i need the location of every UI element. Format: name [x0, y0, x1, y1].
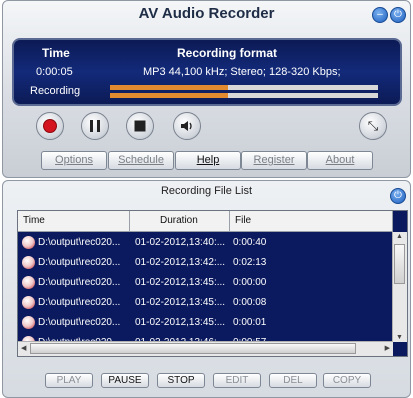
level-meter-right [110, 93, 378, 98]
minimize-icon[interactable]: – [372, 7, 388, 23]
horizontal-scroll-thumb[interactable] [30, 343, 356, 354]
vertical-scroll-thumb[interactable] [394, 244, 405, 284]
row-duration: 0:02:13 [233, 257, 267, 268]
time-header: Time [42, 46, 70, 60]
row-date: 01-02-2012,13:45:... [135, 317, 226, 328]
level-fill-right [110, 93, 228, 98]
power-icon[interactable]: ⏻ [390, 7, 406, 23]
stop-icon [134, 120, 146, 132]
status-label: Recording [30, 85, 81, 97]
table-row[interactable]: D:\output\rec020... 01-02-2012,13:40:... 0… [18, 233, 392, 253]
format-header: Recording format [177, 46, 278, 60]
pause-list-button[interactable]: PAUSE [101, 373, 149, 388]
stop-button[interactable] [126, 112, 154, 140]
time-value: 0:00:05 [36, 66, 73, 78]
copy-button[interactable]: COPY [323, 373, 371, 388]
record-icon [43, 119, 57, 133]
volume-button[interactable] [173, 112, 201, 140]
row-path: D:\output\rec020... [38, 317, 121, 328]
scroll-down-icon[interactable]: ▼ [396, 334, 403, 341]
row-path: D:\output\rec020... [38, 277, 121, 288]
table-row[interactable]: D:\output\rec020... 01-02-2012,13:42:... 0… [18, 253, 392, 273]
list-title: Recording File List [160, 185, 253, 197]
help-button[interactable]: Help [175, 151, 241, 170]
about-button[interactable]: About [307, 151, 373, 170]
pause-icon [90, 120, 100, 132]
file-audio-icon [22, 276, 35, 289]
speaker-icon [181, 121, 192, 131]
file-audio-icon [22, 236, 35, 249]
file-audio-icon [22, 256, 35, 269]
column-header-time[interactable]: Time [18, 211, 130, 232]
level-meter-left [110, 85, 378, 90]
play-button[interactable]: PLAY [45, 373, 93, 388]
column-header-duration[interactable]: Duration [130, 211, 230, 232]
expand-icon: ⤡ [367, 118, 379, 133]
row-duration: 0:00:40 [233, 237, 267, 248]
row-date: 01-02-2012,13:42:... [135, 257, 226, 268]
power-icon[interactable]: ⏻ [390, 188, 406, 204]
row-path: D:\output\rec020... [38, 237, 121, 248]
row-path: D:\output\rec020... [38, 257, 121, 268]
column-header-file[interactable]: File [230, 211, 393, 232]
options-button[interactable]: Options [41, 151, 107, 170]
compact-view-button[interactable]: ⤡ [359, 112, 387, 140]
level-fill-left [110, 85, 228, 90]
register-button[interactable]: Register [241, 151, 307, 170]
file-list-panel: Recording File List ⏻ Time Duration File… [2, 180, 411, 398]
table-row[interactable]: D:\output\rec020... 01-02-2012,13:45:... 0… [18, 273, 392, 293]
vertical-scrollbar[interactable]: ▲ ▼ [392, 232, 407, 342]
delete-button[interactable]: DEL [269, 373, 317, 388]
edit-button[interactable]: EDIT [213, 373, 261, 388]
stop-list-button[interactable]: STOP [157, 373, 205, 388]
file-audio-icon [22, 316, 35, 329]
table-row[interactable]: D:\output\rec020... 01-02-2012,13:45:... 0… [18, 293, 392, 313]
row-date: 01-02-2012,13:45:... [135, 297, 226, 308]
format-value: MP3 44,100 kHz; Stereo; 128-320 Kbps; [143, 66, 341, 78]
schedule-button[interactable]: Schedule [108, 151, 174, 170]
file-audio-icon [22, 296, 35, 309]
scroll-up-icon[interactable]: ▲ [396, 233, 403, 240]
row-duration: 0:00:08 [233, 297, 267, 308]
record-button[interactable] [36, 112, 64, 140]
recorder-window: AV Audio Recorder – ⏻ Time Recording for… [2, 0, 411, 178]
row-path: D:\output\rec020... [38, 297, 121, 308]
row-duration: 0:00:01 [233, 317, 267, 328]
scroll-right-icon[interactable]: ▶ [385, 344, 390, 352]
row-date: 01-02-2012,13:45:... [135, 277, 226, 288]
horizontal-scrollbar[interactable]: ◀ ▶ [18, 341, 393, 356]
row-date: 01-02-2012,13:40:... [135, 237, 226, 248]
recording-display: Time Recording format 0:00:05 MP3 44,100… [12, 38, 402, 106]
row-duration: 0:00:00 [233, 277, 267, 288]
app-title: AV Audio Recorder [138, 5, 275, 22]
scroll-left-icon[interactable]: ◀ [21, 344, 26, 352]
file-list[interactable]: Time Duration File D:\output\rec020... 01… [17, 210, 408, 357]
pause-button[interactable] [81, 112, 109, 140]
table-row[interactable]: D:\output\rec020... 01-02-2012,13:45:... 0… [18, 313, 392, 333]
